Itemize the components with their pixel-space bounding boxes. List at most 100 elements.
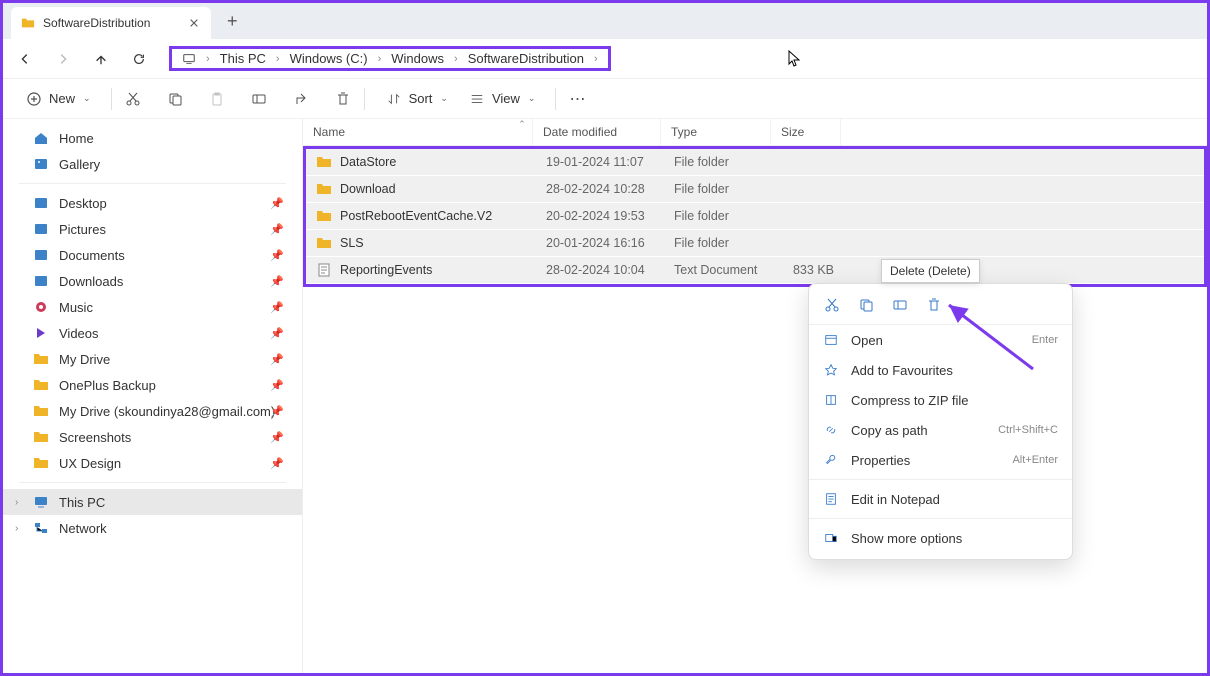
menu-show-more[interactable]: Show more options xyxy=(809,523,1072,553)
table-row[interactable]: PostRebootEventCache.V2 20-02-2024 19:53… xyxy=(306,203,1204,230)
link-icon xyxy=(823,422,839,438)
close-icon[interactable] xyxy=(187,16,201,30)
pin-icon[interactable]: 📌 xyxy=(270,223,284,236)
sidebar-item[interactable]: Desktop📌 xyxy=(3,190,302,216)
menu-open[interactable]: Open Enter xyxy=(809,325,1072,355)
chevron-icon[interactable]: › xyxy=(276,53,280,65)
menu-notepad[interactable]: Edit in Notepad xyxy=(809,484,1072,514)
chevron-icon[interactable]: › xyxy=(378,53,382,65)
folder-icon xyxy=(33,221,49,237)
menu-copy-path[interactable]: Copy as path Ctrl+Shift+C xyxy=(809,415,1072,445)
sidebar-item[interactable]: My Drive (skoundinya28@gmail.com)📌 xyxy=(3,398,302,424)
sidebar-item[interactable]: UX Design 📌 xyxy=(3,450,302,476)
sidebar-item[interactable]: Videos📌 xyxy=(3,320,302,346)
divider xyxy=(19,482,286,483)
document-icon xyxy=(316,262,332,278)
gallery-icon xyxy=(33,156,49,172)
folder-icon xyxy=(33,325,49,341)
copy-icon[interactable] xyxy=(166,90,184,108)
up-button[interactable] xyxy=(93,51,109,67)
context-menu: Open Enter Add to Favourites Compress to… xyxy=(808,283,1073,560)
tab-active[interactable]: SoftwareDistribution xyxy=(11,7,211,39)
chevron-icon[interactable]: › xyxy=(206,53,210,65)
sidebar-label: This PC xyxy=(59,495,105,510)
refresh-button[interactable] xyxy=(131,51,147,67)
pin-icon[interactable]: 📌 xyxy=(270,327,284,340)
column-type[interactable]: Type xyxy=(661,119,771,145)
sidebar-gallery[interactable]: Gallery xyxy=(3,151,302,177)
sidebar-label: My Drive (skoundinya28@gmail.com) xyxy=(59,404,275,419)
forward-button[interactable] xyxy=(55,51,71,67)
chevron-right-icon[interactable]: › xyxy=(15,497,18,508)
sidebar-this-pc[interactable]: › This PC xyxy=(3,489,302,515)
delete-icon[interactable] xyxy=(334,90,352,108)
paste-icon[interactable] xyxy=(208,90,226,108)
sidebar-item[interactable]: Downloads📌 xyxy=(3,268,302,294)
sort-button[interactable]: Sort ⌄ xyxy=(377,86,456,112)
breadcrumb[interactable]: › This PC › Windows (C:) › Windows › Sof… xyxy=(169,46,611,71)
sidebar-item[interactable]: Screenshots📌 xyxy=(3,424,302,450)
column-name[interactable]: Name⌃ xyxy=(303,119,533,145)
new-button[interactable]: New ⌄ xyxy=(17,86,99,112)
folder-icon xyxy=(33,377,49,393)
sidebar-label: Music xyxy=(59,300,93,315)
breadcrumb-c[interactable]: Windows (C:) xyxy=(290,51,368,66)
delete-icon[interactable] xyxy=(925,296,943,314)
breadcrumb-windows[interactable]: Windows xyxy=(391,51,444,66)
view-button[interactable]: View ⌄ xyxy=(460,86,544,112)
pin-icon[interactable]: 📌 xyxy=(270,197,284,210)
table-row[interactable]: Download 28-02-2024 10:28 File folder xyxy=(306,176,1204,203)
breadcrumb-swdist[interactable]: SoftwareDistribution xyxy=(468,51,584,66)
folder-icon xyxy=(33,273,49,289)
menu-compress[interactable]: Compress to ZIP file xyxy=(809,385,1072,415)
sidebar-item[interactable]: Music 📌 xyxy=(3,294,302,320)
row-size xyxy=(774,184,844,194)
cut-icon[interactable] xyxy=(124,90,142,108)
folder-icon xyxy=(33,195,49,211)
pin-icon[interactable]: 📌 xyxy=(270,275,284,288)
row-name: SLS xyxy=(340,236,364,250)
pin-icon[interactable]: 📌 xyxy=(270,457,284,470)
sidebar-home[interactable]: Home xyxy=(3,125,302,151)
rename-icon[interactable] xyxy=(250,90,268,108)
tab-title: SoftwareDistribution xyxy=(43,16,187,30)
sidebar-network[interactable]: › Network xyxy=(3,515,302,541)
menu-accel: Enter xyxy=(1032,334,1058,346)
table-row[interactable]: DataStore 19-01-2024 11:07 File folder xyxy=(306,149,1204,176)
column-date[interactable]: Date modified xyxy=(533,119,661,145)
sidebar-item[interactable]: Pictures📌 xyxy=(3,216,302,242)
sidebar-label: Home xyxy=(59,131,94,146)
separator xyxy=(809,518,1072,519)
pin-icon[interactable]: 📌 xyxy=(270,431,284,444)
folder-icon xyxy=(33,351,49,367)
row-type: File folder xyxy=(664,204,774,228)
new-tab-button[interactable]: + xyxy=(227,11,238,32)
sidebar-item[interactable]: OnePlus Backup📌 xyxy=(3,372,302,398)
folder-icon xyxy=(316,235,332,251)
sidebar-item[interactable]: Documents📌 xyxy=(3,242,302,268)
pc-icon xyxy=(182,52,196,66)
chevron-icon[interactable]: › xyxy=(454,53,458,65)
column-size[interactable]: Size xyxy=(771,119,841,145)
pin-icon[interactable]: 📌 xyxy=(270,405,284,418)
rename-icon[interactable] xyxy=(891,296,909,314)
pin-icon[interactable]: 📌 xyxy=(270,249,284,262)
menu-favourites[interactable]: Add to Favourites xyxy=(809,355,1072,385)
table-row[interactable]: SLS 20-01-2024 16:16 File folder xyxy=(306,230,1204,257)
back-button[interactable] xyxy=(17,51,33,67)
sidebar-label: UX Design xyxy=(59,456,121,471)
share-icon[interactable] xyxy=(292,90,310,108)
pin-icon[interactable]: 📌 xyxy=(270,379,284,392)
pin-icon[interactable]: 📌 xyxy=(270,301,284,314)
pin-icon[interactable]: 📌 xyxy=(270,353,284,366)
cut-icon[interactable] xyxy=(823,296,841,314)
pc-icon xyxy=(33,494,49,510)
chevron-right-icon[interactable]: › xyxy=(15,523,18,534)
chevron-icon[interactable]: › xyxy=(594,53,598,65)
table-row[interactable]: ReportingEvents 28-02-2024 10:04 Text Do… xyxy=(306,257,1204,284)
menu-properties[interactable]: Properties Alt+Enter xyxy=(809,445,1072,475)
breadcrumb-this-pc[interactable]: This PC xyxy=(220,51,266,66)
sidebar-item[interactable]: My Drive📌 xyxy=(3,346,302,372)
copy-icon[interactable] xyxy=(857,296,875,314)
more-icon[interactable]: ⋯ xyxy=(568,90,586,108)
